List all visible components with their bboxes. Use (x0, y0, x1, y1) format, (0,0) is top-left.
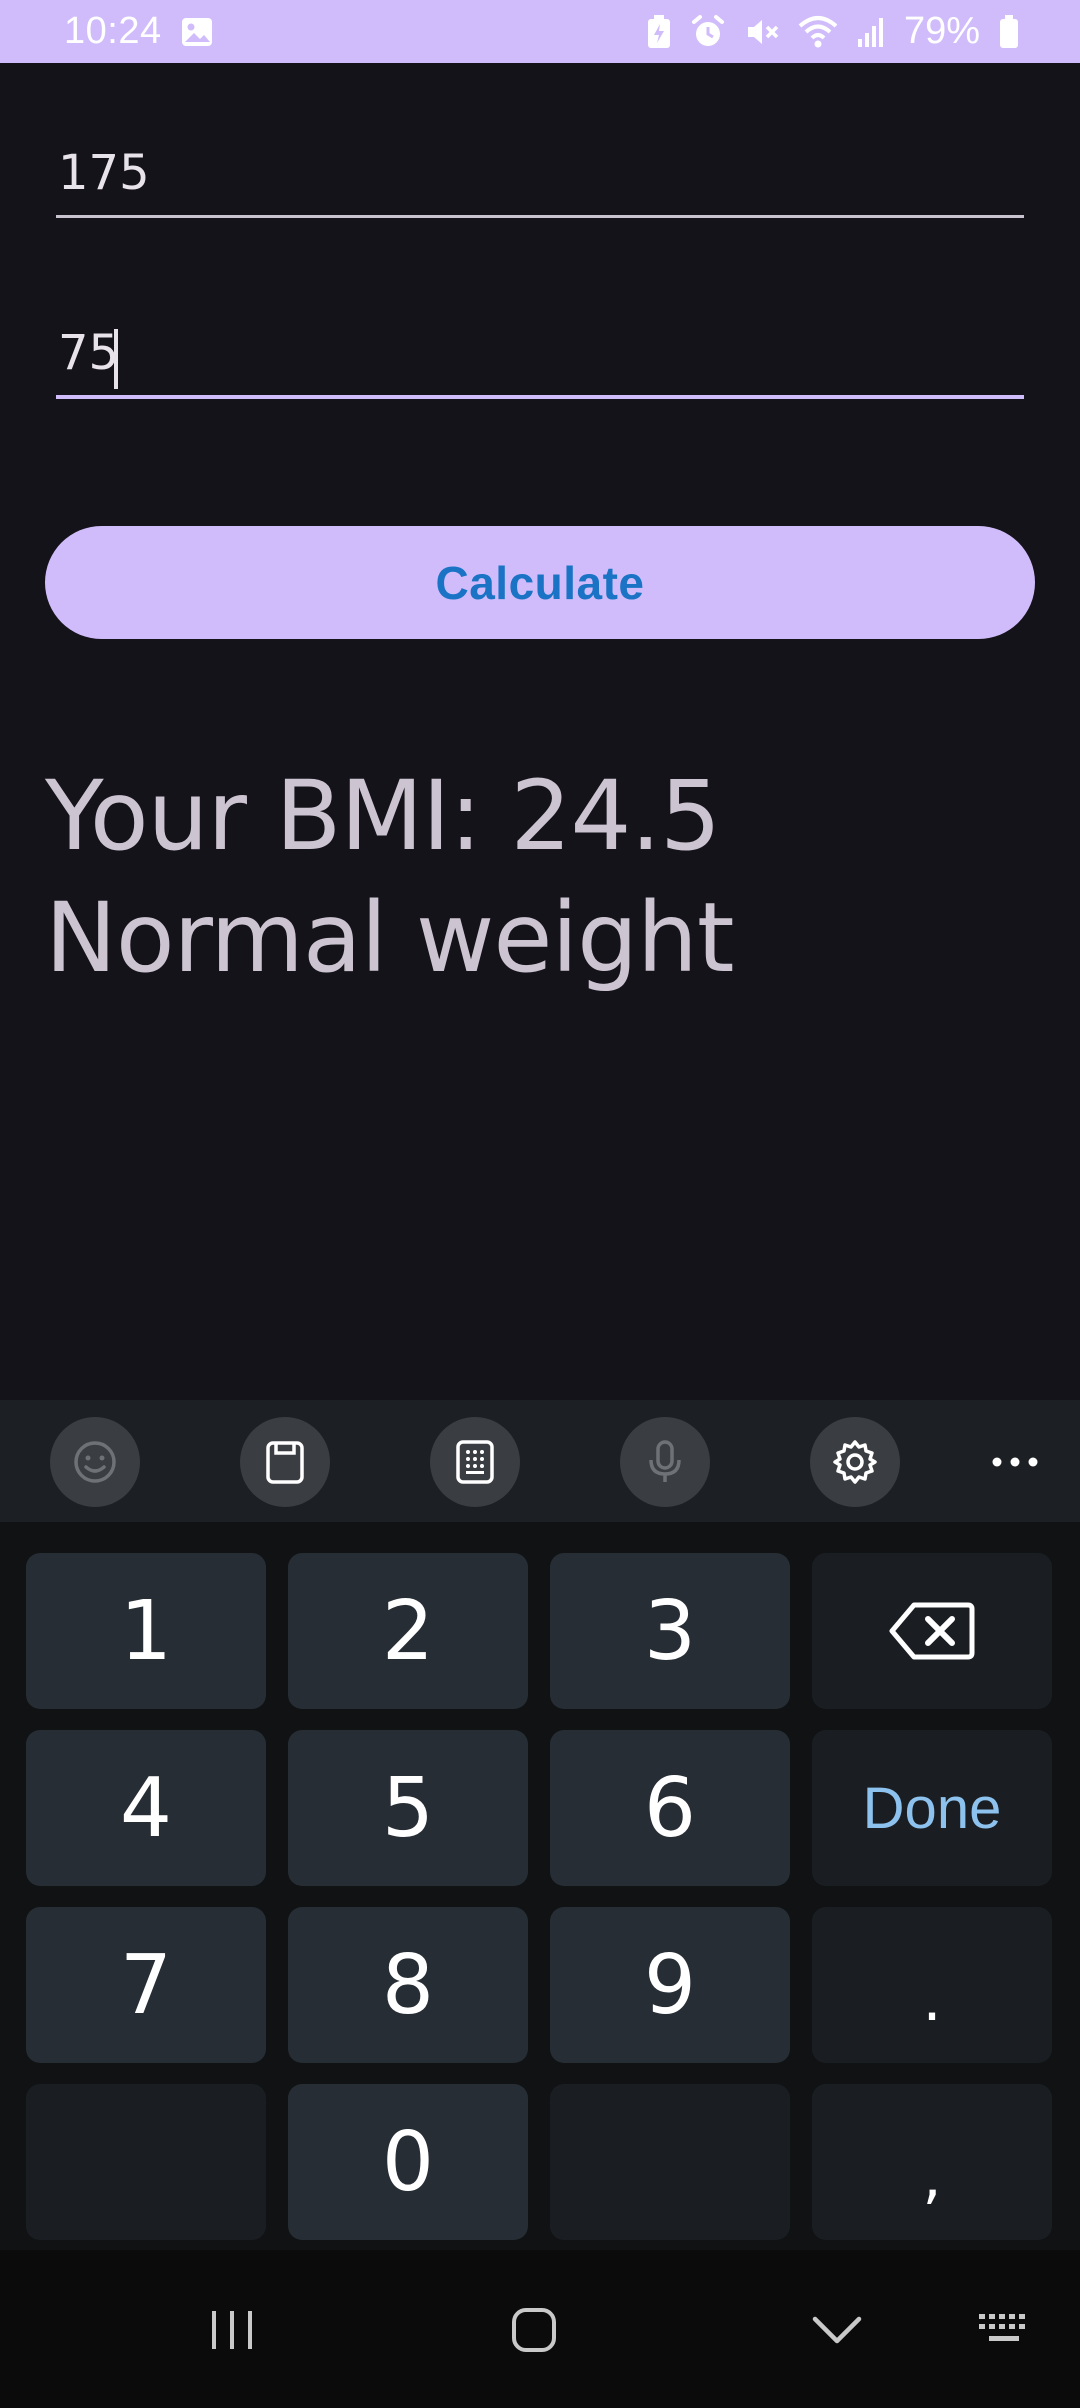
result-area: Your BMI: 24.5 Normal weight (45, 755, 735, 999)
period-key[interactable]: . (812, 1907, 1052, 2063)
height-input[interactable] (56, 145, 1024, 215)
battery-percent: 79% (903, 10, 980, 52)
gallery-notification-icon (180, 12, 214, 52)
text-cursor (114, 329, 118, 389)
app-screen: 10:24 79% 175 75 Calculate Your BMI: 24.… (0, 0, 1080, 2408)
mute-icon (744, 12, 780, 52)
weight-input[interactable] (56, 325, 1024, 395)
clipboard-icon[interactable] (240, 1417, 330, 1507)
key-6[interactable]: 6 (550, 1730, 790, 1886)
recent-apps-icon[interactable] (192, 2290, 272, 2370)
battery-saver-icon (646, 12, 672, 52)
status-bar-right: 79% (646, 10, 1020, 53)
keypad-icon[interactable] (430, 1417, 520, 1507)
bmi-result-text: Your BMI: 24.5 (45, 760, 721, 872)
height-field[interactable] (56, 145, 1024, 218)
keyboard-switch-icon[interactable] (970, 2290, 1040, 2370)
signal-icon (856, 12, 886, 52)
key-5[interactable]: 5 (288, 1730, 528, 1886)
blank-key-left (26, 2084, 266, 2240)
numeric-keyboard: 1 2 3 4 5 6 Done 7 8 9 . 0 , (0, 1522, 1080, 2250)
key-1[interactable]: 1 (26, 1553, 266, 1709)
backspace-icon (889, 1602, 975, 1660)
backspace-key[interactable] (812, 1553, 1052, 1709)
mic-icon[interactable] (620, 1417, 710, 1507)
more-icon[interactable] (970, 1417, 1060, 1507)
key-8[interactable]: 8 (288, 1907, 528, 2063)
settings-icon[interactable] (810, 1417, 900, 1507)
calculate-button[interactable]: Calculate (45, 526, 1035, 639)
wifi-icon (798, 12, 838, 52)
done-key[interactable]: Done (812, 1730, 1052, 1886)
status-bar: 10:24 79% (0, 0, 1080, 63)
weight-field[interactable] (56, 325, 1024, 399)
key-0[interactable]: 0 (288, 2084, 528, 2240)
status-bar-left: 10:24 (64, 10, 214, 53)
blank-key-right (550, 2084, 790, 2240)
hide-keyboard-icon[interactable] (797, 2290, 877, 2370)
key-2[interactable]: 2 (288, 1553, 528, 1709)
battery-icon (998, 12, 1020, 52)
home-icon[interactable] (494, 2290, 574, 2370)
key-7[interactable]: 7 (26, 1907, 266, 2063)
comma-key[interactable]: , (812, 2084, 1052, 2240)
emoji-icon[interactable] (50, 1417, 140, 1507)
key-3[interactable]: 3 (550, 1553, 790, 1709)
navigation-bar (0, 2250, 1080, 2408)
status-time: 10:24 (64, 10, 162, 52)
key-4[interactable]: 4 (26, 1730, 266, 1886)
key-9[interactable]: 9 (550, 1907, 790, 2063)
alarm-icon (690, 12, 726, 52)
keyboard-toolbar (0, 1400, 1080, 1522)
bmi-category-text: Normal weight (45, 882, 735, 994)
